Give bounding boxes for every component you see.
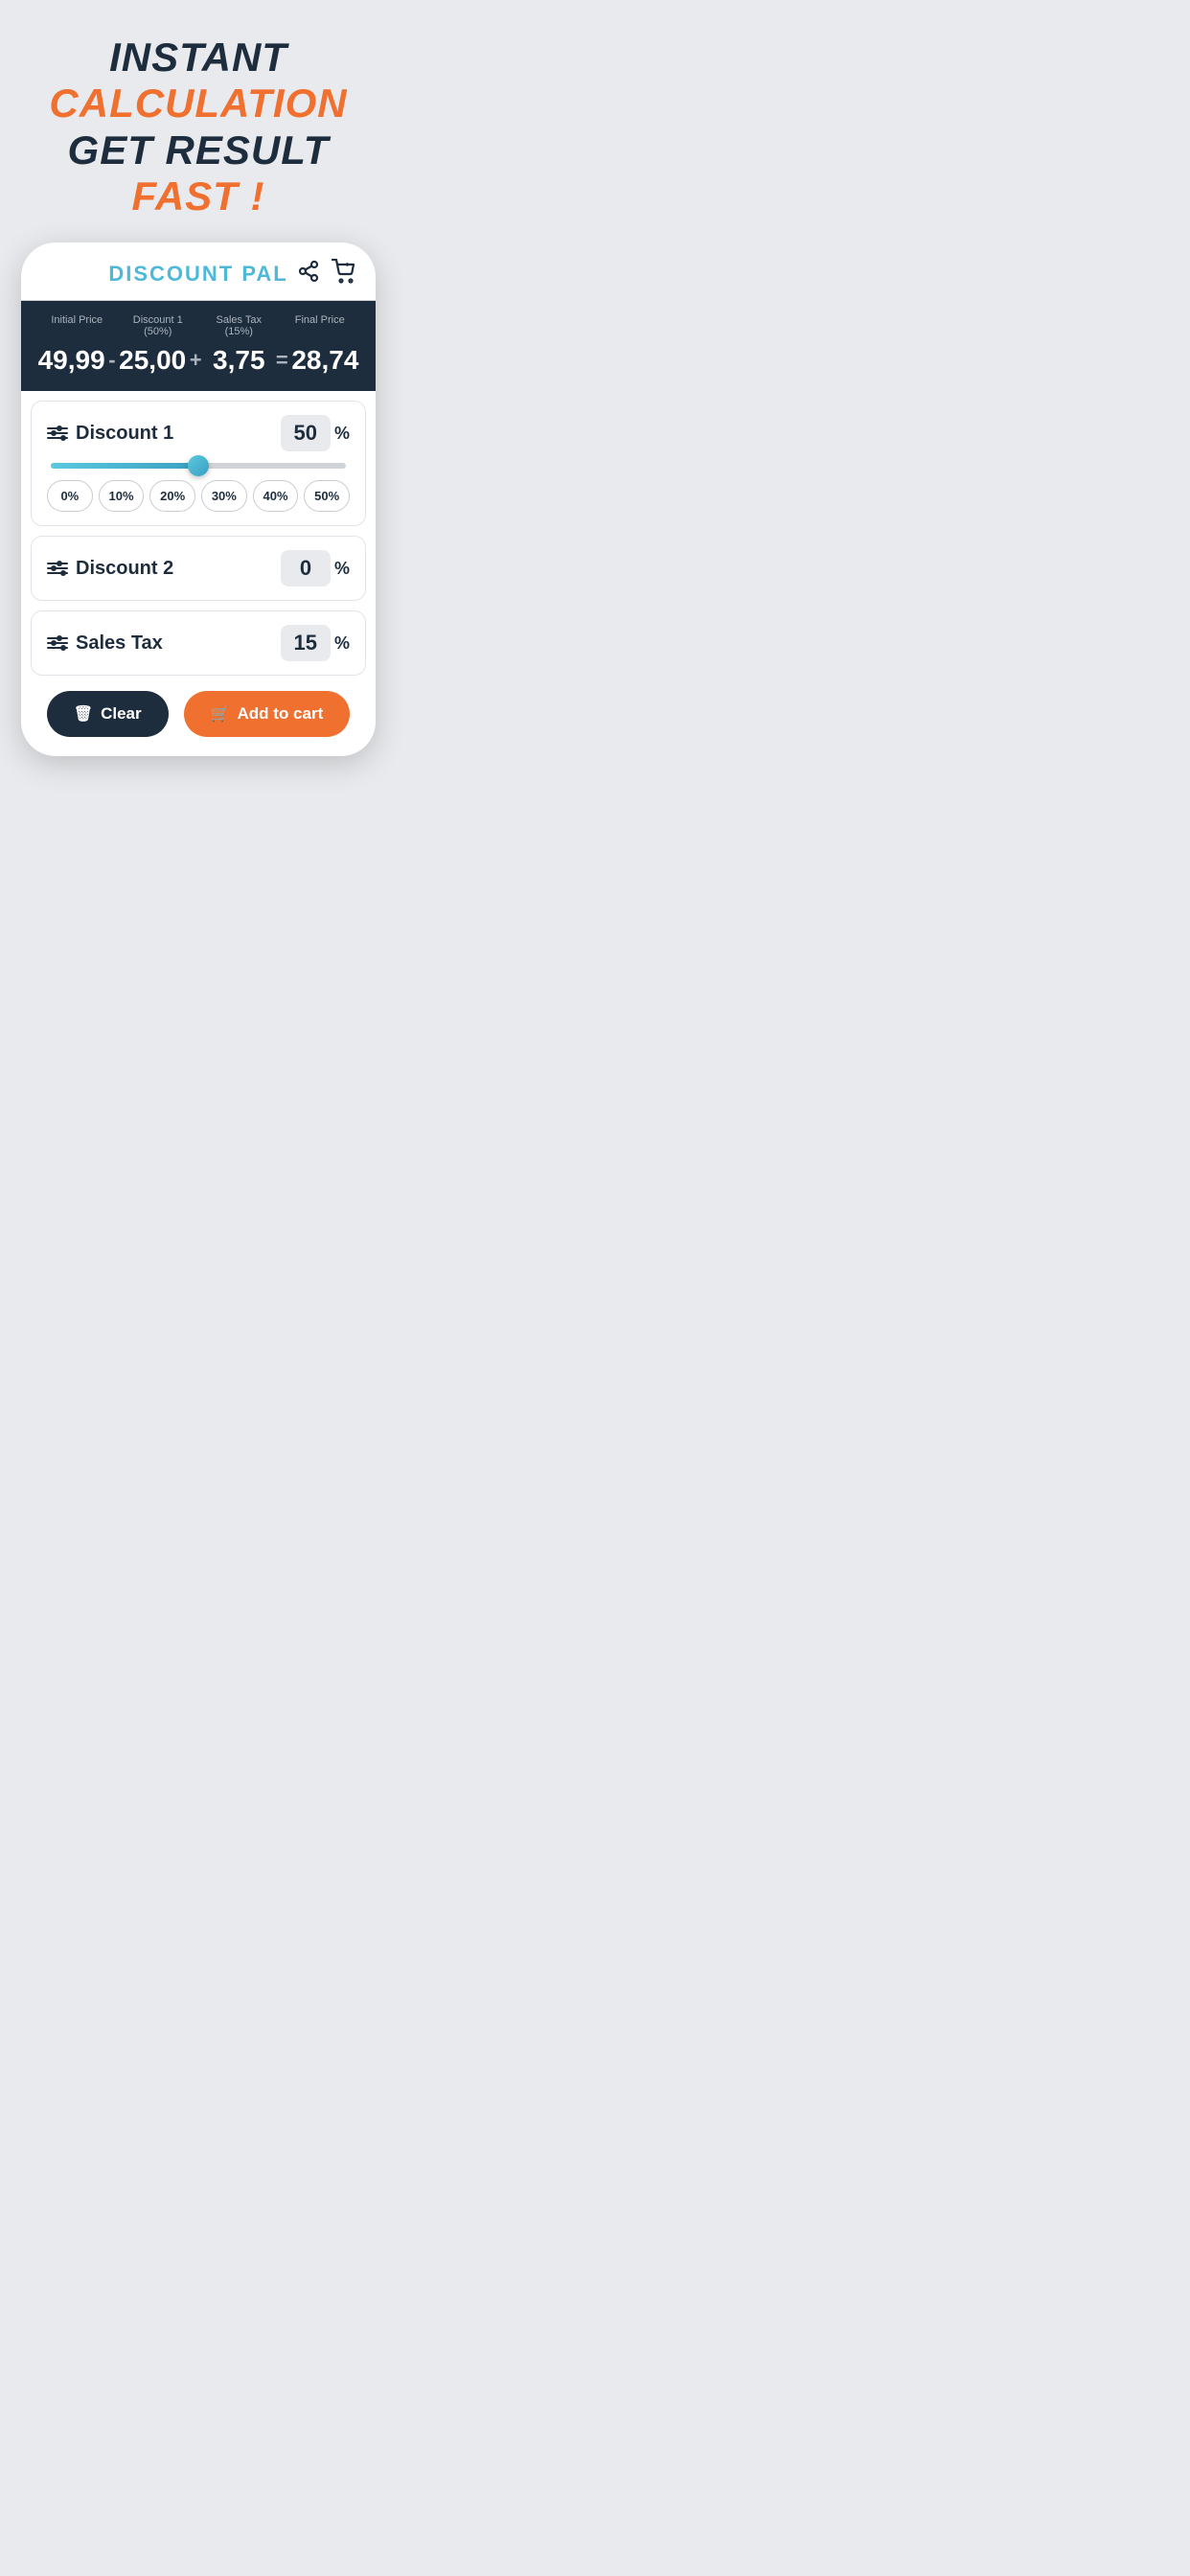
quick-btn-40[interactable]: 40% (253, 480, 299, 512)
sales-tax-value-badge: 15 % (281, 625, 351, 661)
add-to-cart-label: Add to cart (238, 704, 324, 724)
app-title: DISCOUNT PAL (108, 262, 287, 287)
summary-labels: Initial Price Discount 1 (50%) Sales Tax… (36, 314, 360, 337)
headline-instant: INSTANT (109, 34, 287, 80)
discount1-section: Discount 1 50 % 0% 10% 20% 30% 40% 50% (31, 401, 366, 526)
discount1-slider-thumb[interactable] (188, 455, 209, 476)
cart-icon[interactable]: 0 (332, 259, 356, 289)
discount2-row: Discount 2 0 % (47, 550, 350, 586)
discount2-percent: % (334, 559, 350, 579)
add-to-cart-button[interactable]: Add to cart (184, 691, 351, 737)
summary-values: 49,99 - 25,00 + 3,75 = 28,74 (36, 345, 360, 376)
app-header: DISCOUNT PAL 0 (21, 242, 376, 300)
summary-bar: Initial Price Discount 1 (50%) Sales Tax… (21, 301, 376, 391)
discount1-value-badge: 50 % (281, 415, 351, 451)
discount2-section: Discount 2 0 % (31, 536, 366, 601)
sales-tax-value-box[interactable]: 15 (281, 625, 331, 661)
label-sales-tax: Sales Tax (15%) (198, 314, 280, 337)
quick-btn-50[interactable]: 50% (304, 480, 350, 512)
clear-button[interactable]: Clear (47, 691, 169, 737)
quick-btn-10[interactable]: 10% (99, 480, 145, 512)
value-discount1: 25,00 (118, 345, 188, 376)
sales-tax-label: Sales Tax (47, 632, 163, 655)
share-icon[interactable] (297, 260, 320, 288)
add-cart-icon (211, 704, 230, 724)
header-icons: 0 (297, 259, 356, 289)
label-initial-price: Initial Price (36, 314, 118, 337)
op-equals: = (274, 348, 290, 373)
svg-text:0: 0 (346, 263, 349, 268)
discount2-value-badge: 0 % (281, 550, 350, 586)
discount2-value-box[interactable]: 0 (281, 550, 331, 586)
sales-tax-sliders-icon (47, 637, 68, 649)
discount1-row: Discount 1 50 % (47, 415, 350, 451)
sales-tax-row: Sales Tax 15 % (47, 625, 350, 661)
trash-icon (74, 704, 93, 724)
headline-calculation: CALCULATION (49, 80, 347, 126)
discount1-slider-fill (51, 463, 198, 469)
value-sales-tax: 3,75 (204, 345, 274, 376)
value-final-price: 28,74 (290, 345, 360, 376)
discount1-value-box[interactable]: 50 (281, 415, 331, 451)
headline-fast: FAST ! (132, 173, 265, 218)
bottom-buttons: Clear Add to cart (31, 691, 366, 737)
quick-btn-0[interactable]: 0% (47, 480, 93, 512)
discount1-slider-track[interactable] (51, 463, 346, 469)
op-plus: + (188, 348, 204, 373)
discount2-label: Discount 2 (47, 558, 173, 580)
sales-tax-section: Sales Tax 15 % (31, 610, 366, 676)
label-discount1: Discount 1 (50%) (118, 314, 199, 337)
op-minus: - (106, 348, 117, 373)
quick-btn-30[interactable]: 30% (201, 480, 247, 512)
discount1-sliders-icon (47, 427, 68, 439)
label-final-price: Final Price (280, 314, 361, 337)
quick-btn-20[interactable]: 20% (149, 480, 195, 512)
discount2-sliders-icon (47, 563, 68, 574)
sales-tax-percent: % (334, 633, 350, 654)
phone-frame: DISCOUNT PAL 0 (21, 242, 376, 756)
discount1-quick-btns: 0% 10% 20% 30% 40% 50% (47, 480, 350, 512)
discount1-percent: % (334, 424, 350, 444)
headline-get-result: GET RESULT (68, 127, 330, 172)
headline: INSTANT CALCULATION GET RESULT FAST ! (0, 0, 397, 242)
discount1-slider-container[interactable] (47, 463, 350, 469)
clear-label: Clear (101, 704, 142, 724)
value-initial-price: 49,99 (36, 345, 106, 376)
discount1-label: Discount 1 (47, 423, 173, 445)
